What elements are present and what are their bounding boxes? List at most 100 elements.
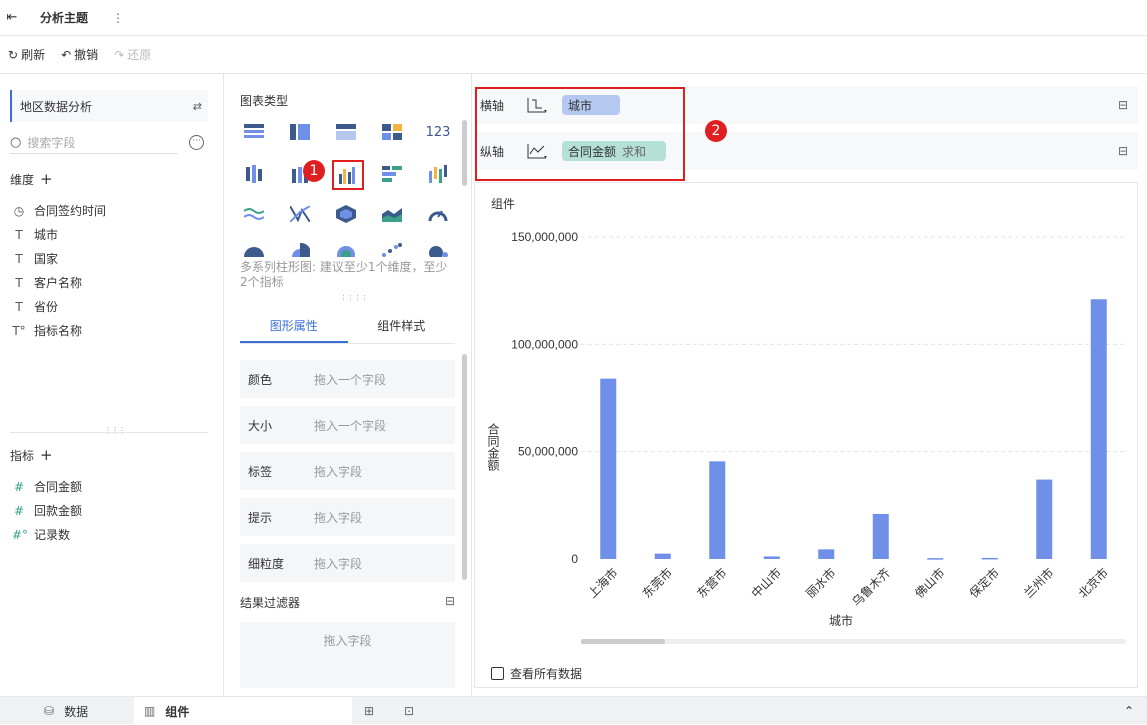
- field-item[interactable]: T 城市: [12, 226, 58, 243]
- detail-table-icon[interactable]: [332, 120, 360, 144]
- add-dashboard-icon[interactable]: ⊡: [404, 697, 414, 725]
- resize-handle[interactable]: ⋮⋮⋮⋮: [340, 294, 368, 302]
- field-item[interactable]: # 合同金额: [12, 478, 82, 495]
- x-tick-label: 中山市: [748, 565, 784, 601]
- range-bar-icon[interactable]: [424, 162, 452, 186]
- number-icon[interactable]: 123: [424, 120, 452, 144]
- text-icon: T: [15, 299, 23, 314]
- top-bar: ⇤ 分析主题 ⋮: [0, 0, 1147, 36]
- switch-package-icon[interactable]: ⇄: [193, 100, 202, 113]
- bar: [709, 461, 726, 559]
- y-tick-label: 0: [571, 552, 578, 566]
- scatter-chart-icon[interactable]: [378, 238, 406, 262]
- stacked-bar-icon[interactable]: [378, 162, 406, 186]
- bar: [927, 558, 944, 560]
- x-tick-label: 保定市: [966, 565, 1002, 601]
- cross-table-icon[interactable]: [286, 120, 314, 144]
- chart-config-panel: 图表类型 123 多系列柱形图: 建议至少1个维度，至少2个指标 ⋮⋮⋮⋮ 图形…: [224, 74, 472, 696]
- bubble-chart-icon[interactable]: [424, 238, 452, 262]
- collapse-up-icon[interactable]: ⌃: [1124, 697, 1134, 725]
- chart-type-hint: 多系列柱形图: 建议至少1个维度，至少2个指标: [240, 260, 448, 289]
- chart-type-scrollbar[interactable]: [462, 120, 467, 186]
- x-tick-label: 东营市: [694, 565, 730, 601]
- radar-line-icon[interactable]: [286, 202, 314, 226]
- divider: [10, 432, 208, 433]
- tab-component-style[interactable]: 组件样式: [348, 310, 456, 343]
- line-chart-icon[interactable]: [240, 202, 268, 226]
- add-component-icon[interactable]: ⊞: [364, 697, 374, 725]
- dimension-section-title: 维度 +: [10, 170, 53, 188]
- bar-chart-icon: ▥: [144, 704, 156, 718]
- area-chart-icon[interactable]: [378, 202, 406, 226]
- show-all-data[interactable]: 查看所有数据: [491, 665, 582, 682]
- package-name: 地区数据分析: [20, 99, 93, 114]
- x-tick-label: 乌鲁木齐: [849, 565, 894, 610]
- refresh-button[interactable]: ↻ 刷新: [8, 46, 45, 63]
- result-filter-dropzone[interactable]: 拖入字段: [240, 622, 455, 688]
- prop-granularity[interactable]: 细粒度 拖入字段: [240, 544, 455, 582]
- bottom-bar: ⛁ 数据 ▥ 组件 ⊞ ⊡ ⌃: [0, 696, 1147, 725]
- y-tick-label: 150,000,000: [511, 230, 578, 244]
- axis-settings-icon[interactable]: ⊟: [1118, 144, 1128, 158]
- y-tick-label: 100,000,000: [511, 337, 578, 351]
- more-vertical-icon[interactable]: ⋮: [112, 11, 124, 25]
- gauge-icon[interactable]: [424, 202, 452, 226]
- bar: [818, 549, 835, 559]
- x-tick-label: 北京市: [1075, 565, 1111, 601]
- field-search[interactable]: ○ 搜索字段: [10, 132, 178, 154]
- x-tick-label: 丽水市: [803, 565, 839, 601]
- search-input[interactable]: 搜索字段: [27, 134, 75, 151]
- toolbar: ↻ 刷新 ↶ 撤销 ↷ 还原: [0, 36, 1147, 74]
- x-tick-label: 佛山市: [912, 565, 948, 601]
- annotation-badge-2: 2: [705, 120, 727, 142]
- tab-component[interactable]: ▥ 组件: [134, 697, 352, 725]
- sunburst-icon[interactable]: [332, 238, 360, 262]
- pie-chart-icon[interactable]: [240, 238, 268, 262]
- prop-tooltip[interactable]: 提示 拖入字段: [240, 498, 455, 536]
- resize-handle[interactable]: ⋮⋮⋮: [104, 426, 126, 435]
- show-all-checkbox[interactable]: [491, 667, 504, 680]
- rose-chart-icon[interactable]: [286, 238, 314, 262]
- bar: [872, 513, 889, 559]
- package-selector[interactable]: 地区数据分析 ⇄: [10, 90, 208, 122]
- tab-graphic-properties[interactable]: 图形属性: [240, 310, 348, 343]
- prop-color[interactable]: 颜色 拖入一个字段: [240, 360, 455, 398]
- measure-section-title: 指标 +: [10, 446, 53, 464]
- hash-calc-icon: #°: [12, 527, 29, 542]
- field-item[interactable]: T° 指标名称: [12, 322, 82, 339]
- kpi-card-icon[interactable]: [378, 120, 406, 144]
- prop-size[interactable]: 大小 拖入一个字段: [240, 406, 455, 444]
- more-options-icon[interactable]: ···: [189, 135, 204, 150]
- bar: [654, 553, 671, 559]
- grouped-table-icon[interactable]: [240, 162, 268, 186]
- exit-icon[interactable]: ⇤: [0, 10, 24, 25]
- add-dimension-icon[interactable]: +: [40, 170, 53, 188]
- redo-button[interactable]: ↷ 还原: [114, 46, 151, 63]
- clock-icon: ◷: [13, 203, 25, 218]
- bar: [981, 557, 998, 560]
- filter-settings-icon[interactable]: ⊟: [445, 594, 455, 611]
- chart-title: 组件: [491, 197, 516, 211]
- add-measure-icon[interactable]: +: [40, 446, 53, 464]
- bar: [763, 556, 780, 559]
- bar: [1036, 479, 1053, 559]
- field-item[interactable]: ◷ 合同签约时间: [12, 202, 106, 219]
- multi-series-bar-icon[interactable]: [332, 160, 364, 190]
- radar-chart-icon[interactable]: [332, 202, 360, 226]
- chart-card: 组件 合同金额 城市 0 50,000,000 100,000,000 150,000…: [474, 182, 1138, 688]
- undo-button[interactable]: ↶ 撤销: [61, 46, 98, 63]
- field-item[interactable]: T 客户名称: [12, 274, 82, 291]
- annotation-badge-1: 1: [303, 160, 325, 182]
- prop-label[interactable]: 标签 拖入字段: [240, 452, 455, 490]
- property-tabs: 图形属性 组件样式: [240, 310, 455, 344]
- tab-data[interactable]: ⛁ 数据: [40, 697, 92, 725]
- table-chart-icon[interactable]: [240, 120, 268, 144]
- field-item[interactable]: # 回款金额: [12, 502, 82, 519]
- highlight-axis-box: [475, 87, 685, 181]
- field-item[interactable]: #° 记录数: [12, 526, 70, 543]
- field-item[interactable]: T 省份: [12, 298, 58, 315]
- property-scrollbar[interactable]: [462, 354, 467, 580]
- y-tick-label: 50,000,000: [518, 445, 578, 459]
- axis-settings-icon[interactable]: ⊟: [1118, 98, 1128, 112]
- field-item[interactable]: T 国家: [12, 250, 58, 267]
